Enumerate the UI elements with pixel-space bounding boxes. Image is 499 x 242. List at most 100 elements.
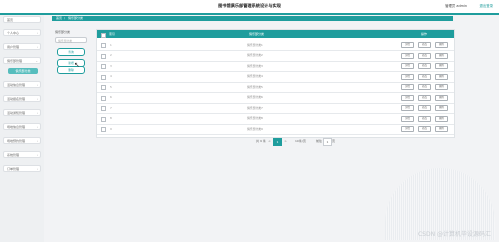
chevron-right-icon: › — [36, 153, 38, 157]
row-club-category: 俱乐部分类9 — [247, 126, 263, 131]
row-index: 2 — [110, 53, 112, 57]
chevron-right-icon: › — [36, 139, 38, 143]
row-edit-button[interactable]: 修改 — [418, 63, 431, 69]
row-detail-button[interactable]: 详情 — [401, 105, 414, 111]
row-detail-button[interactable]: 详情 — [401, 126, 414, 132]
row-checkbox[interactable] — [101, 43, 106, 48]
row-index: 4 — [110, 74, 112, 78]
chevron-right-icon: › — [36, 45, 38, 49]
row-detail-button[interactable]: 详情 — [401, 42, 414, 48]
row-checkbox[interactable] — [101, 85, 106, 90]
breadcrumb: 首页 / 俱乐部分类 — [52, 16, 453, 21]
row-checkbox[interactable] — [101, 116, 106, 122]
row-delete-button[interactable]: 删除 — [435, 126, 448, 132]
row-index: 6 — [110, 95, 112, 99]
row-club-category: 俱乐部分类6 — [247, 95, 263, 99]
column-header-actions: 操作 — [421, 32, 428, 36]
page-number-current[interactable]: 1 — [273, 138, 282, 146]
sidebar-item-activity-info[interactable]: 活动信息管理 › — [3, 81, 41, 88]
chevron-down-icon: ⌄ — [35, 59, 38, 63]
sidebar-item-orders[interactable]: 订单管理 › — [3, 165, 41, 172]
row-detail-button[interactable]: 详情 — [401, 52, 414, 59]
row-checkbox[interactable] — [101, 53, 106, 59]
goto-page-input[interactable]: 1 — [323, 138, 332, 146]
row-edit-button[interactable]: 修改 — [418, 94, 431, 101]
app-title: 图书馆俱乐部管理系统设计与实现 — [218, 3, 281, 8]
mouse-cursor-icon: ↖ — [74, 61, 80, 69]
row-club-category: 俱乐部分类8 — [247, 116, 263, 120]
sidebar-item-venue-info[interactable]: 场地信息管理 › — [3, 123, 41, 130]
row-detail-button[interactable]: 详情 — [401, 115, 414, 122]
row-delete-button[interactable]: 删除 — [435, 94, 448, 101]
row-edit-button[interactable]: 修改 — [418, 115, 431, 122]
row-detail-button[interactable]: 详情 — [401, 63, 414, 69]
prev-page-button[interactable]: < — [266, 138, 273, 144]
table-row: 9 俱乐部分类9 详情 修改 删除 — [97, 123, 454, 135]
row-detail-button[interactable]: 详情 — [401, 94, 414, 101]
row-club-category: 俱乐部分类4 — [247, 74, 263, 78]
sidebar-item-club[interactable]: 俱乐部管理 ⌄ — [3, 57, 41, 64]
top-bar: 图书馆俱乐部管理系统设计与实现 管理员 admin 退出登录 — [0, 0, 499, 13]
row-checkbox[interactable] — [101, 95, 106, 101]
sidebar-item-home[interactable]: 首页 — [3, 16, 41, 23]
row-edit-button[interactable]: 修改 — [418, 84, 431, 90]
row-club-category: 俱乐部分类1 — [247, 42, 263, 47]
row-delete-button[interactable]: 删除 — [435, 52, 448, 59]
row-delete-button[interactable]: 删除 — [435, 84, 448, 90]
breadcrumb-separator: / — [64, 16, 66, 20]
chevron-right-icon: › — [36, 83, 38, 87]
row-club-category: 俱乐部分类5 — [247, 84, 263, 89]
sidebar-item-activity-signup[interactable]: 活动报名管理 › — [3, 95, 41, 102]
row-detail-button[interactable]: 详情 — [401, 73, 414, 80]
sidebar-item-venue-booking[interactable]: 场地预约管理 › — [3, 137, 41, 144]
row-club-category: 俱乐部分类3 — [247, 63, 263, 68]
row-delete-button[interactable]: 删除 — [435, 115, 448, 122]
row-checkbox[interactable] — [101, 127, 106, 132]
goto-label: 前往 — [316, 139, 323, 143]
chevron-right-icon: › — [36, 31, 38, 35]
row-index: 5 — [110, 84, 112, 89]
sidebar-item-users[interactable]: 用户管理 › — [3, 43, 41, 50]
search-button[interactable]: 查询 — [57, 48, 85, 56]
goto-suffix: 页 — [332, 139, 336, 143]
sidebar-item-system[interactable]: 系统管理 › — [3, 151, 41, 158]
column-header-name: 俱乐部分类 — [249, 32, 265, 36]
breadcrumb-current: 俱乐部分类 — [68, 16, 84, 20]
breadcrumb-home[interactable]: 首页 — [56, 16, 62, 21]
row-index: 9 — [110, 126, 112, 131]
chevron-right-icon: › — [36, 125, 38, 129]
row-edit-button[interactable]: 修改 — [418, 105, 431, 111]
sidebar-subitem-club-category[interactable]: 俱乐部分类 — [8, 68, 38, 74]
row-checkbox[interactable] — [101, 74, 106, 80]
search-label: 俱乐部分类 — [55, 30, 71, 34]
data-table: 索引 俱乐部分类 操作 1 俱乐部分类1 详情 修改 删除 2 俱乐部分类2 详情 修改 删除 3 俱… — [96, 29, 455, 138]
row-delete-button[interactable]: 删除 — [435, 42, 448, 48]
pagination-total: 共 9 条 — [256, 139, 266, 143]
row-delete-button[interactable]: 删除 — [435, 105, 448, 111]
row-delete-button[interactable]: 删除 — [435, 63, 448, 69]
table-header: 索引 俱乐部分类 操作 — [97, 30, 454, 38]
row-index: 7 — [110, 105, 112, 110]
row-checkbox[interactable] — [101, 64, 106, 69]
row-edit-button[interactable]: 修改 — [418, 126, 431, 132]
row-edit-button[interactable]: 修改 — [418, 52, 431, 59]
row-delete-button[interactable]: 删除 — [435, 73, 448, 80]
row-index: 1 — [110, 42, 112, 47]
row-checkbox[interactable] — [101, 106, 106, 111]
chevron-right-icon: › — [36, 97, 38, 101]
sidebar-item-profile[interactable]: 个人中心 › — [3, 29, 41, 36]
row-edit-button[interactable]: 修改 — [418, 73, 431, 80]
logout-link[interactable]: 退出登录 — [479, 3, 493, 8]
delete-button[interactable]: 删除 — [57, 66, 85, 74]
select-all-checkbox[interactable] — [101, 32, 106, 38]
top-accent-bar — [0, 13, 499, 15]
watermark: CSDN @计算机毕设源码汇 — [417, 231, 491, 238]
sidebar: 首页 个人中心 › 用户管理 › 俱乐部管理 ⌄ 俱乐部分类 活动信息管理 › 活动报名… — [0, 15, 44, 242]
next-page-button[interactable]: > — [282, 138, 289, 144]
row-detail-button[interactable]: 详情 — [401, 84, 414, 90]
row-club-category: 俱乐部分类2 — [247, 53, 263, 57]
row-edit-button[interactable]: 修改 — [418, 42, 431, 48]
search-input[interactable]: 俱乐部分类 — [55, 37, 87, 43]
page-size-select[interactable]: 10条/页 — [295, 139, 306, 143]
sidebar-item-activity-notice[interactable]: 活动通知管理 › — [3, 109, 41, 116]
